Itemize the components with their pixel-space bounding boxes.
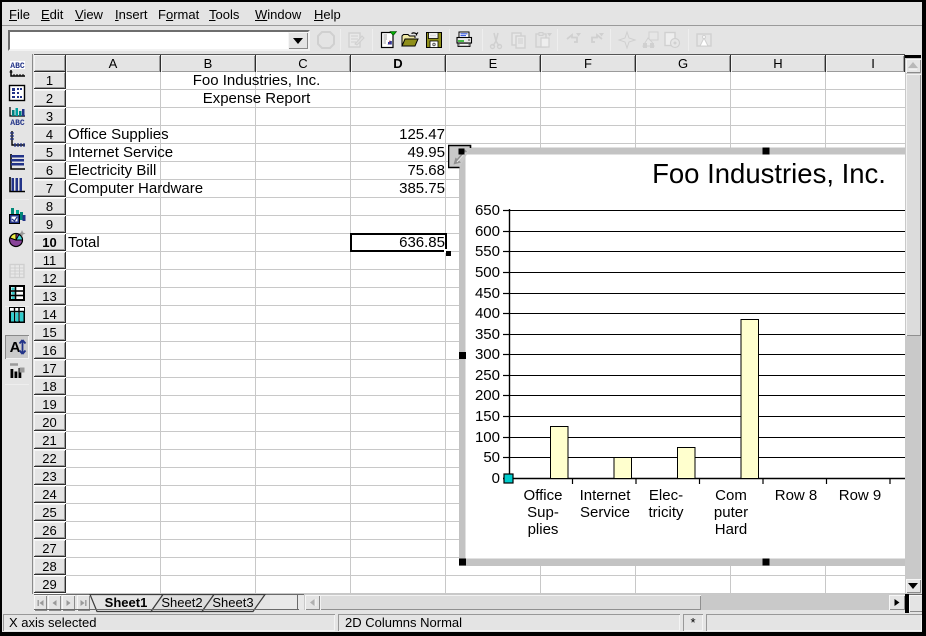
- svg-text:Hard: Hard: [715, 521, 748, 538]
- svg-text:50: 50: [483, 449, 500, 466]
- svg-text:Sheet1: Sheet1: [105, 595, 148, 610]
- svg-text:Service: Service: [580, 504, 630, 521]
- svg-text:Elec-: Elec-: [649, 487, 683, 504]
- svg-text:0: 0: [492, 470, 500, 487]
- svg-text:A: A: [10, 339, 21, 356]
- svg-text:plies: plies: [528, 521, 559, 538]
- svg-text:Sheet2: Sheet2: [161, 595, 202, 610]
- svg-text:150: 150: [475, 408, 500, 425]
- svg-text:400: 400: [475, 305, 500, 322]
- svg-text:250: 250: [475, 367, 500, 384]
- svg-text:Com: Com: [715, 487, 747, 504]
- svg-text:Sup-: Sup-: [527, 504, 559, 521]
- svg-text:Sheet3: Sheet3: [212, 595, 253, 610]
- svg-text:ABC: ABC: [10, 62, 25, 71]
- svg-text:450: 450: [475, 285, 500, 302]
- svg-text:ABC: ABC: [10, 119, 25, 126]
- svg-text:550: 550: [475, 243, 500, 260]
- svg-text:tricity: tricity: [649, 504, 684, 521]
- svg-text:Office: Office: [524, 487, 563, 504]
- svg-text:350: 350: [475, 326, 500, 343]
- svg-text:Foo Industries, Inc.: Foo Industries, Inc.: [652, 158, 886, 189]
- svg-text:Row 9: Row 9: [839, 487, 882, 504]
- svg-text:500: 500: [475, 264, 500, 281]
- svg-text:Row 8: Row 8: [775, 487, 818, 504]
- svg-text:Internet: Internet: [580, 487, 632, 504]
- svg-text:200: 200: [475, 387, 500, 404]
- svg-text:650: 650: [475, 202, 500, 219]
- svg-text:300: 300: [475, 346, 500, 363]
- svg-text:puter: puter: [714, 504, 748, 521]
- svg-text:600: 600: [475, 223, 500, 240]
- svg-text:100: 100: [475, 429, 500, 446]
